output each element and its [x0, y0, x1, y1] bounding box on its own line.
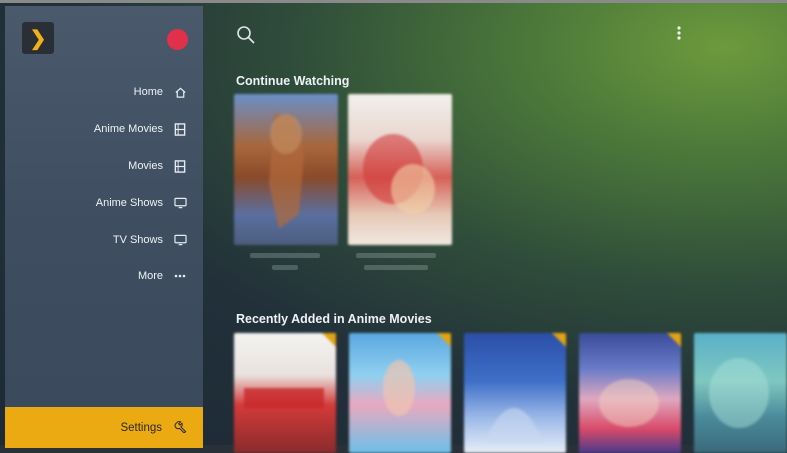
caption-placeholder [364, 265, 428, 270]
app-logo[interactable]: ❯ [22, 22, 54, 54]
wrench-icon [174, 420, 187, 436]
film-icon [173, 159, 187, 173]
sidebar-item-label: Anime Movies [93, 123, 163, 135]
settings-label: Settings [120, 421, 162, 434]
poster-recently-added-2[interactable] [349, 333, 451, 453]
poster-recently-added-5[interactable] [694, 333, 787, 453]
ellipsis-icon [173, 269, 187, 283]
sidebar-item-label: TV Shows [112, 234, 163, 246]
tv-icon [173, 233, 187, 247]
more-vertical-icon[interactable] [672, 25, 686, 43]
sidebar-item-label: Home [133, 86, 163, 98]
home-icon [173, 85, 187, 99]
sidebar-item-home[interactable]: Home [134, 82, 187, 102]
tv-icon [173, 196, 187, 210]
section-title-recently-added: Recently Added in Anime Movies [236, 312, 432, 326]
sidebar-item-label: More [137, 270, 163, 282]
sidebar-item-more[interactable]: More [138, 266, 187, 286]
user-avatar[interactable] [167, 29, 188, 50]
caption-placeholder [272, 265, 298, 270]
search-icon[interactable] [236, 25, 256, 45]
caption-placeholder [250, 253, 320, 258]
film-icon [173, 122, 187, 136]
sidebar-item-anime-shows[interactable]: Anime Shows [96, 193, 187, 213]
poster-continue-watching-2[interactable] [348, 94, 452, 245]
settings-button[interactable]: Settings [5, 407, 203, 448]
poster-recently-added-4[interactable] [579, 333, 681, 453]
section-title-continue-watching: Continue Watching [236, 74, 350, 88]
caption-placeholder [356, 253, 436, 258]
sidebar: ❯ Home Anime Movies Movies Anime Shows T… [5, 6, 203, 448]
poster-recently-added-1[interactable] [234, 333, 336, 453]
app-frame: ❯ Home Anime Movies Movies Anime Shows T… [0, 0, 787, 453]
sidebar-item-tv-shows[interactable]: TV Shows [113, 230, 187, 250]
poster-recently-added-3[interactable] [464, 333, 566, 453]
sidebar-item-anime-movies[interactable]: Anime Movies [94, 119, 187, 139]
sidebar-item-movies[interactable]: Movies [128, 156, 187, 176]
sidebar-item-label: Anime Shows [95, 197, 163, 209]
sidebar-item-label: Movies [128, 160, 163, 172]
poster-continue-watching-1[interactable] [234, 94, 338, 245]
